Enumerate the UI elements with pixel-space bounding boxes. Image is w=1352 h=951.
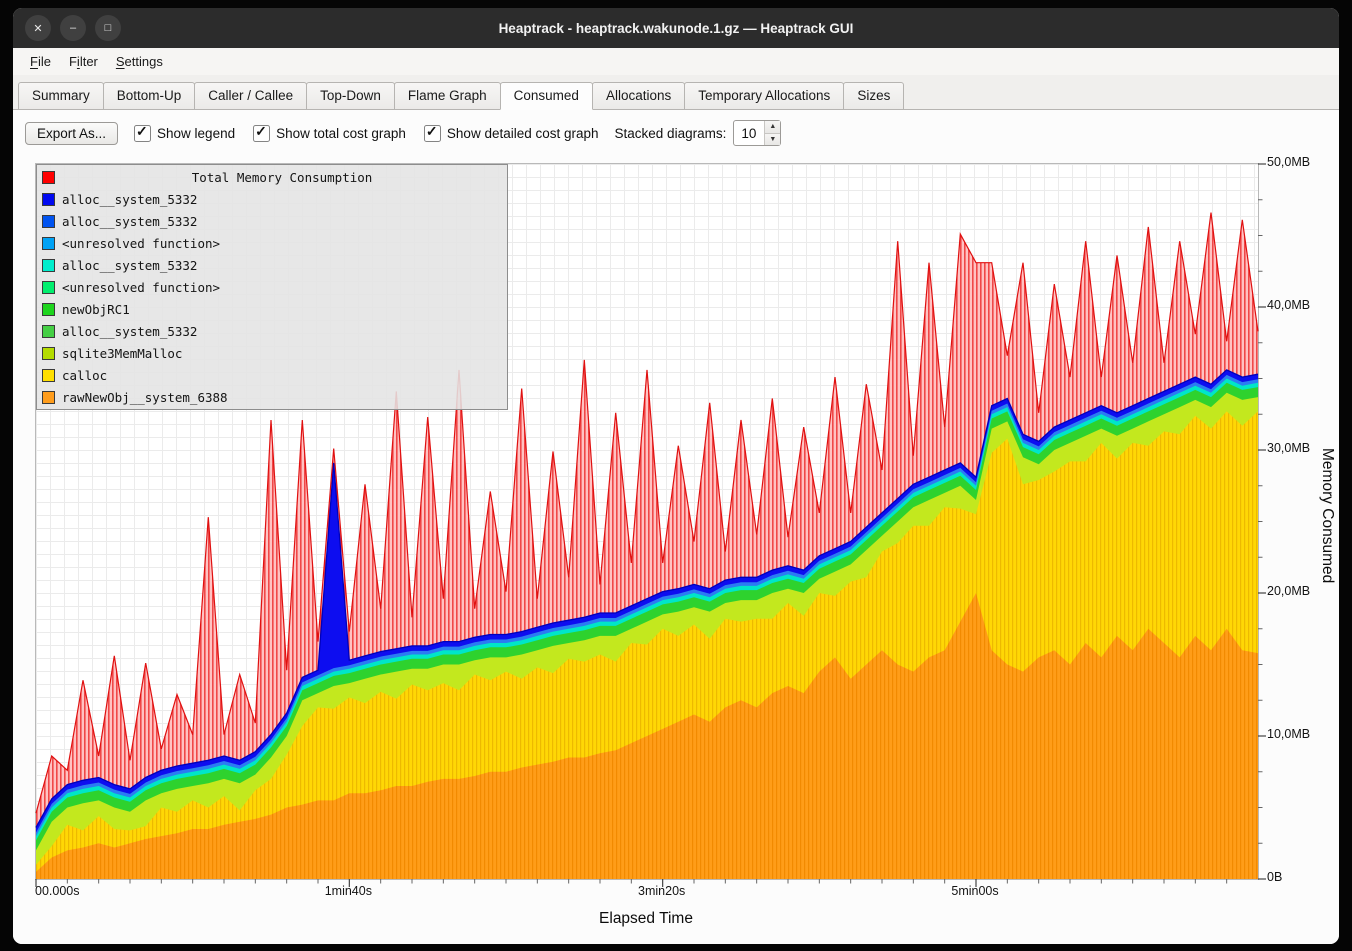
menu-settings[interactable]: Settings xyxy=(107,50,172,73)
chart-legend: Total Memory Consumption alloc__system_53… xyxy=(36,164,508,410)
menu-bar: FileFilterSettings xyxy=(13,48,1339,75)
legend-title-row: Total Memory Consumption xyxy=(37,166,507,188)
menu-filter[interactable]: Filter xyxy=(60,50,107,73)
stacked-diagrams-spinbox[interactable]: 10 ▲ ▼ xyxy=(733,120,781,146)
spin-down-button[interactable]: ▼ xyxy=(765,134,780,146)
legend-swatch xyxy=(42,369,55,382)
tab-temporary-allocations[interactable]: Temporary Allocations xyxy=(684,82,844,110)
checkbox-box[interactable]: ✓ xyxy=(424,125,441,142)
legend-swatch-total xyxy=(42,171,55,184)
legend-entry-label: <unresolved function> xyxy=(62,236,220,251)
tab-summary[interactable]: Summary xyxy=(18,82,104,110)
legend-swatch xyxy=(42,391,55,404)
x-axis-title: Elapsed Time xyxy=(35,910,1257,928)
legend-entry: alloc__system_5332 xyxy=(37,188,507,210)
tab-bar: SummaryBottom-UpCaller / CalleeTop-DownF… xyxy=(13,75,1339,110)
legend-swatch xyxy=(42,347,55,360)
legend-entry-label: alloc__system_5332 xyxy=(62,324,197,339)
checkbox-label: Show total cost graph xyxy=(276,126,406,141)
legend-entry-label: <unresolved function> xyxy=(62,280,220,295)
legend-entry: calloc xyxy=(37,364,507,386)
y-tick-label: 0B xyxy=(1267,870,1282,884)
x-tick-label: 3min20s xyxy=(638,884,685,898)
memory-consumption-chart[interactable]: Total Memory Consumption alloc__system_53… xyxy=(35,163,1259,880)
app-window: ✕ – □ Heaptrack - heaptrack.wakunode.1.g… xyxy=(13,8,1339,944)
checkbox-group: ✓ Show legend ✓ Show total cost graph ✓ Show … xyxy=(134,125,599,142)
legend-entry-label: calloc xyxy=(62,368,107,383)
legend-entry-label: sqlite3MemMalloc xyxy=(62,346,182,361)
legend-entry-label: alloc__system_5332 xyxy=(62,192,197,207)
x-tick-label: 00.000s xyxy=(35,884,79,898)
check-icon: ✓ xyxy=(426,123,438,140)
close-icon: ✕ xyxy=(33,22,42,35)
tab-top-down[interactable]: Top-Down xyxy=(306,82,395,110)
legend-entry: alloc__system_5332 xyxy=(37,210,507,232)
minimize-icon: – xyxy=(70,22,76,34)
legend-swatch xyxy=(42,215,55,228)
legend-entry: alloc__system_5332 xyxy=(37,320,507,342)
checkbox-box[interactable]: ✓ xyxy=(134,125,151,142)
y-tick-label: 30,0MB xyxy=(1267,441,1310,455)
export-as-button[interactable]: Export As... xyxy=(25,122,118,145)
tab-sizes[interactable]: Sizes xyxy=(843,82,904,110)
y-tick-label: 20,0MB xyxy=(1267,584,1310,598)
maximize-icon: □ xyxy=(105,22,112,34)
checkbox-show-legend[interactable]: ✓ Show legend xyxy=(134,125,235,142)
close-button[interactable]: ✕ xyxy=(25,15,51,41)
legend-entry-label: alloc__system_5332 xyxy=(62,258,197,273)
tab-consumed[interactable]: Consumed xyxy=(500,82,593,110)
checkbox-show-detailed-cost-graph[interactable]: ✓ Show detailed cost graph xyxy=(424,125,599,142)
legend-entry: newObjRC1 xyxy=(37,298,507,320)
legend-entry: alloc__system_5332 xyxy=(37,254,507,276)
legend-entry: rawNewObj__system_6388 xyxy=(37,386,507,408)
spin-up-button[interactable]: ▲ xyxy=(765,121,780,134)
check-icon: ✓ xyxy=(255,123,267,140)
legend-swatch xyxy=(42,259,55,272)
chart-area: Total Memory Consumption alloc__system_53… xyxy=(13,153,1339,944)
spinner-buttons: ▲ ▼ xyxy=(764,121,780,145)
y-tick-label: 50,0MB xyxy=(1267,155,1310,169)
legend-swatch xyxy=(42,325,55,338)
stacked-diagrams-control: Stacked diagrams: 10 ▲ ▼ xyxy=(615,120,782,146)
y-tick-label: 10,0MB xyxy=(1267,727,1310,741)
tab-allocations[interactable]: Allocations xyxy=(592,82,685,110)
x-tick-label: 1min40s xyxy=(325,884,372,898)
legend-swatch xyxy=(42,281,55,294)
check-icon: ✓ xyxy=(136,123,148,140)
minimize-button[interactable]: – xyxy=(60,15,86,41)
legend-title: Total Memory Consumption xyxy=(62,170,502,185)
legend-swatch xyxy=(42,193,55,206)
toolbar: Export As... ✓ Show legend ✓ Show total cos… xyxy=(13,110,1339,153)
y-tick-label: 40,0MB xyxy=(1267,298,1310,312)
checkbox-label: Show detailed cost graph xyxy=(447,126,599,141)
tab-flame-graph[interactable]: Flame Graph xyxy=(394,82,501,110)
legend-swatch xyxy=(42,237,55,250)
menu-file[interactable]: File xyxy=(21,50,60,73)
legend-entry: <unresolved function> xyxy=(37,232,507,254)
checkbox-box[interactable]: ✓ xyxy=(253,125,270,142)
stacked-diagrams-label: Stacked diagrams: xyxy=(615,126,727,141)
legend-entry: <unresolved function> xyxy=(37,276,507,298)
checkbox-show-total-cost-graph[interactable]: ✓ Show total cost graph xyxy=(253,125,406,142)
legend-swatch xyxy=(42,303,55,316)
y-axis-title: Memory Consumed xyxy=(1318,448,1336,583)
x-tick-label: 5min00s xyxy=(951,884,998,898)
tab-caller-callee[interactable]: Caller / Callee xyxy=(194,82,307,110)
legend-entry-label: newObjRC1 xyxy=(62,302,130,317)
stacked-diagrams-value: 10 xyxy=(734,121,764,145)
window-controls: ✕ – □ xyxy=(25,15,121,41)
checkbox-label: Show legend xyxy=(157,126,235,141)
window-title: Heaptrack - heaptrack.wakunode.1.gz — He… xyxy=(13,8,1339,48)
maximize-button[interactable]: □ xyxy=(95,15,121,41)
titlebar: ✕ – □ Heaptrack - heaptrack.wakunode.1.g… xyxy=(13,8,1339,48)
tab-bottom-up[interactable]: Bottom-Up xyxy=(103,82,196,110)
legend-entry-label: alloc__system_5332 xyxy=(62,214,197,229)
legend-entry-label: rawNewObj__system_6388 xyxy=(62,390,228,405)
legend-entry: sqlite3MemMalloc xyxy=(37,342,507,364)
